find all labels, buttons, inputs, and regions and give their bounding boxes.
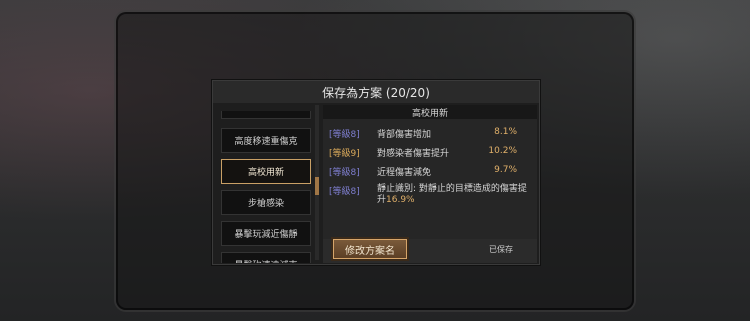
stat-name: 近程傷害減免 — [377, 168, 432, 178]
stat-description-value: 16.9% — [386, 195, 415, 205]
stat-value: 10.2% — [488, 146, 517, 156]
dialog-footer: 修改方案名 已保存 — [323, 239, 537, 263]
scrollbar-track[interactable] — [315, 105, 319, 260]
stat-value: 9.7% — [494, 165, 517, 175]
scheme-item[interactable]: 暴擊玩減近傷靜 — [221, 221, 311, 246]
stat-level-tag: [等級8] — [329, 187, 360, 197]
scheme-list: 高度移速重傷克 高校用新 步槍感染 暴擊玩減近傷靜 暴擊砍速遠減克 — [219, 105, 319, 263]
save-scheme-dialog: 保存為方案 (20/20) 高度移速重傷克 高校用新 步槍感染 暴擊玩減近傷靜 … — [212, 80, 540, 265]
stat-name: 對感染者傷害提升 — [377, 149, 450, 159]
stat-level-tag: [等級8] — [329, 130, 360, 140]
scheme-item[interactable]: 暴擊砍速遠減克 — [221, 252, 311, 263]
detail-header: 高校用新 — [323, 105, 537, 119]
scrollbar-thumb[interactable] — [315, 177, 319, 195]
stat-level-tag: [等級8] — [329, 168, 360, 178]
scheme-item-selected[interactable]: 高校用新 — [221, 159, 311, 184]
stat-description: 靜止識別: 對靜止的目標造成的傷害提升16.9% — [377, 184, 527, 206]
rename-scheme-button[interactable]: 修改方案名 — [333, 239, 407, 259]
dialog-title: 保存為方案 (20/20) — [213, 81, 539, 103]
scheme-item[interactable]: 步槍感染 — [221, 190, 311, 215]
stat-level-tag: [等級9] — [329, 149, 360, 159]
scheme-detail-panel: 高校用新 [等級8] 背部傷害增加 8.1% [等級9] 對感染者傷害提升 10… — [323, 105, 537, 263]
scheme-item[interactable]: 高度移速重傷克 — [221, 128, 311, 153]
stat-name: 背部傷害增加 — [377, 130, 432, 140]
stat-value: 8.1% — [494, 127, 517, 137]
scheme-item-partial[interactable] — [221, 111, 311, 119]
saved-status-label: 已保存 — [489, 245, 513, 254]
